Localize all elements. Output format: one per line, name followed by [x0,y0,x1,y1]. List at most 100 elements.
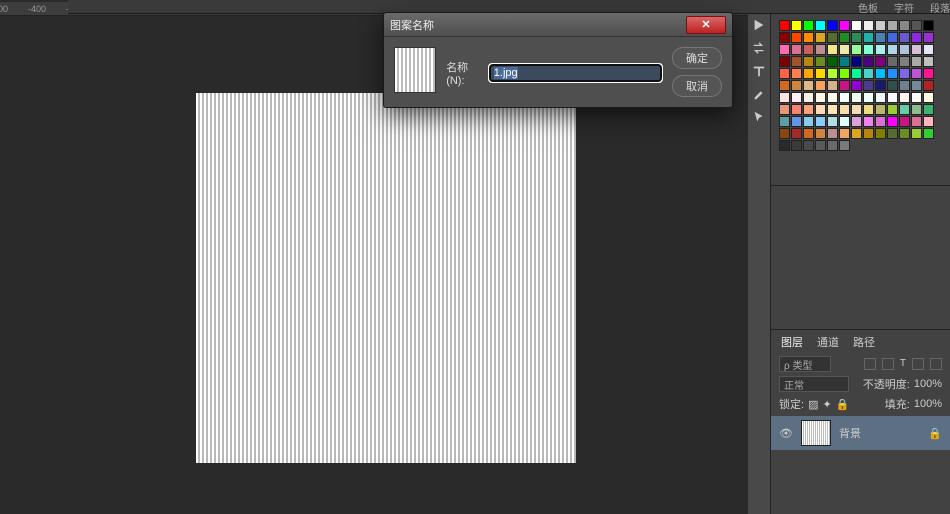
swatch[interactable] [839,128,850,139]
swatch[interactable] [839,56,850,67]
swatch[interactable] [791,104,802,115]
swatch[interactable] [863,104,874,115]
swatch[interactable] [899,44,910,55]
swatch[interactable] [803,140,814,151]
swatch[interactable] [779,92,790,103]
swatch[interactable] [887,116,898,127]
visibility-icon[interactable]: 👁 [779,426,793,440]
swatch[interactable] [851,44,862,55]
swatch[interactable] [851,92,862,103]
swatch[interactable] [839,44,850,55]
swatch[interactable] [827,92,838,103]
swatch[interactable] [899,68,910,79]
swatch[interactable] [791,20,802,31]
tab-channels[interactable]: 通道 [817,334,839,350]
swatch[interactable] [887,128,898,139]
play-icon[interactable] [752,18,766,35]
swatch[interactable] [827,128,838,139]
swatch[interactable] [911,92,922,103]
tab-layers[interactable]: 图层 [781,334,803,350]
swatch[interactable] [863,68,874,79]
swatch[interactable] [911,56,922,67]
swatch[interactable] [923,92,934,103]
swatch[interactable] [827,116,838,127]
swatch[interactable] [803,92,814,103]
swatch[interactable] [923,32,934,43]
swatch[interactable] [851,128,862,139]
swap-icon[interactable] [752,41,766,58]
swatch[interactable] [875,56,886,67]
swatch[interactable] [779,56,790,67]
swatch[interactable] [923,80,934,91]
swatch[interactable] [923,44,934,55]
swatch[interactable] [815,68,826,79]
swatch[interactable] [851,104,862,115]
swatch[interactable] [779,104,790,115]
swatch[interactable] [779,140,790,151]
swatch[interactable] [839,140,850,151]
swatch[interactable] [899,56,910,67]
swatch[interactable] [863,128,874,139]
swatch[interactable] [851,116,862,127]
swatch[interactable] [803,20,814,31]
swatch[interactable] [887,44,898,55]
swatch[interactable] [875,92,886,103]
swatch[interactable] [815,80,826,91]
swatch[interactable] [911,20,922,31]
swatch[interactable] [911,44,922,55]
swatch[interactable] [815,104,826,115]
swatch[interactable] [923,104,934,115]
swatch[interactable] [827,56,838,67]
swatch[interactable] [863,20,874,31]
swatch[interactable] [815,20,826,31]
swatch[interactable] [911,80,922,91]
swatch[interactable] [911,32,922,43]
dialog-titlebar[interactable]: 图案名称 ✕ [384,13,732,37]
swatch[interactable] [863,32,874,43]
opacity-value[interactable]: 100% [914,378,942,390]
swatch[interactable] [815,56,826,67]
lock-all-icon[interactable]: 🔒 [836,398,850,411]
swatch[interactable] [791,68,802,79]
swatch[interactable] [827,80,838,91]
swatch[interactable] [911,116,922,127]
tab-swatches[interactable]: 色板 [858,0,878,13]
swatch[interactable] [779,116,790,127]
filter-shape-icon[interactable] [912,358,924,370]
swatch[interactable] [899,80,910,91]
swatch[interactable] [815,32,826,43]
swatch[interactable] [803,128,814,139]
swatch[interactable] [899,128,910,139]
swatch[interactable] [875,116,886,127]
swatch[interactable] [791,44,802,55]
swatch[interactable] [899,104,910,115]
swatch[interactable] [815,116,826,127]
swatch[interactable] [803,32,814,43]
swatch[interactable] [887,68,898,79]
text-icon[interactable] [752,64,766,81]
swatch[interactable] [875,44,886,55]
swatch[interactable] [875,128,886,139]
swatch[interactable] [791,116,802,127]
swatch[interactable] [839,32,850,43]
swatch[interactable] [815,44,826,55]
swatch[interactable] [803,44,814,55]
filter-image-icon[interactable] [864,358,876,370]
swatch[interactable] [827,140,838,151]
swatch[interactable] [875,32,886,43]
swatch[interactable] [911,104,922,115]
swatch[interactable] [887,20,898,31]
close-button[interactable]: ✕ [686,16,726,34]
swatch[interactable] [779,20,790,31]
swatch[interactable] [887,104,898,115]
swatch[interactable] [863,80,874,91]
cancel-button[interactable]: 取消 [672,75,722,97]
blend-mode-select[interactable]: 正常 [779,376,849,392]
swatch[interactable] [803,104,814,115]
swatch[interactable] [887,80,898,91]
swatch[interactable] [779,68,790,79]
swatch[interactable] [791,140,802,151]
swatch[interactable] [863,92,874,103]
swatch[interactable] [827,20,838,31]
swatch[interactable] [851,80,862,91]
